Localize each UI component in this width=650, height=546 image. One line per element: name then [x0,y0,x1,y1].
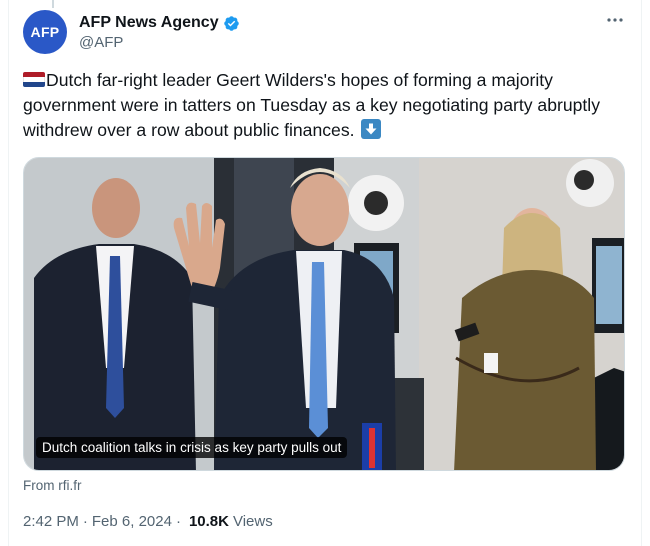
views-label: Views [232,513,273,530]
media-caption: Dutch coalition talks in crisis as key p… [36,437,348,458]
netherlands-flag-icon [23,72,45,87]
views-count: 10.8K [188,513,229,530]
author-avatar[interactable]: AFP [23,10,67,54]
news-photo [24,158,624,470]
avatar-logo-text: AFP [30,24,60,40]
tweet-text: Dutch far-right leader Geert Wilders's h… [23,68,603,143]
down-arrow-icon [361,119,382,139]
separator-dot: · [175,513,181,530]
verified-badge-icon [223,15,239,31]
tweet-time[interactable]: 2:42 PM [23,513,79,530]
more-options-icon[interactable] [605,10,625,30]
author-name-row: AFP News Agency [79,12,240,34]
tweet-header: AFP AFP News Agency @AFP [23,10,627,56]
separator-dot: · [82,513,88,530]
tweet-date[interactable]: Feb 6, 2024 [92,513,172,530]
tweet-body: Dutch far-right leader Geert Wilders's h… [23,70,601,140]
author-handle[interactable]: @AFP [79,34,123,51]
tweet-metadata: 2:42 PM · Feb 6, 2024 · 10.8K Views [23,513,273,530]
source-link[interactable]: From rfi.fr [23,478,82,493]
media-card-image[interactable]: Dutch coalition talks in crisis as key p… [23,157,625,471]
author-display-name[interactable]: AFP News Agency [79,14,219,32]
thread-connector-line [52,0,54,8]
